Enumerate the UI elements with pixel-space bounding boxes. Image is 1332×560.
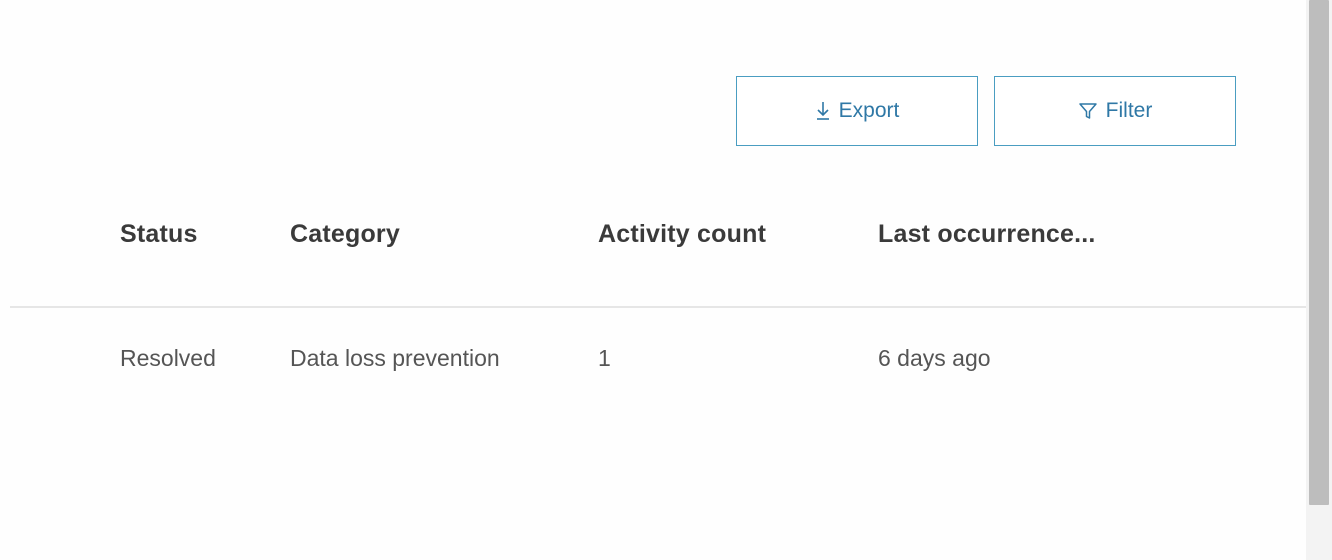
scrollbar-thumb[interactable] — [1309, 0, 1329, 505]
cell-category: Data loss prevention — [290, 345, 500, 371]
download-icon — [815, 100, 831, 122]
cell-last-occurrence: 6 days ago — [878, 345, 991, 371]
filter-label: Filter — [1105, 99, 1153, 122]
cell-activity-count: 1 — [598, 345, 611, 371]
filter-icon — [1078, 101, 1098, 121]
column-header-activity-count[interactable]: Activity count — [598, 220, 766, 249]
cell-status: Resolved — [120, 345, 216, 371]
column-header-category[interactable]: Category — [290, 220, 400, 249]
export-label: Export — [838, 99, 900, 122]
table-row[interactable]: Resolved Data loss prevention 1 6 days a… — [0, 345, 1306, 389]
vertical-scrollbar[interactable] — [1306, 0, 1332, 560]
alerts-panel: Export Filter Status Category Activity c… — [0, 0, 1332, 560]
header-divider — [10, 306, 1306, 308]
export-button[interactable]: Export — [736, 76, 978, 146]
column-header-last-occurrence[interactable]: Last occurrence... — [878, 220, 1096, 249]
column-header-status[interactable]: Status — [120, 220, 198, 249]
table-header: Status Category Activity count Last occu… — [0, 220, 1306, 270]
filter-button[interactable]: Filter — [994, 76, 1236, 146]
